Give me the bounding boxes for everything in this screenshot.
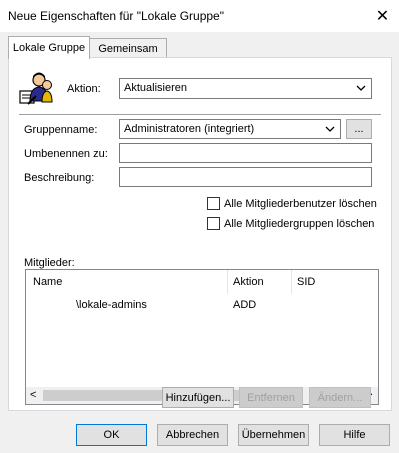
apply-label: Übernehmen: [241, 429, 306, 441]
group-name-label: Gruppenname:: [24, 124, 98, 136]
rename-input[interactable]: [119, 143, 372, 163]
cancel-button[interactable]: Abbrechen: [157, 424, 228, 446]
chevron-down-icon: [325, 126, 335, 132]
column-separator: [227, 270, 228, 294]
table-row[interactable]: \lokale-admins ADD: [26, 296, 378, 314]
group-users-icon: [19, 71, 53, 105]
column-header-sid[interactable]: SID: [297, 270, 367, 294]
description-input[interactable]: [119, 167, 372, 187]
browse-button[interactable]: ...: [346, 119, 372, 139]
window-title: Neue Eigenschaften für "Lokale Gruppe": [8, 9, 224, 23]
tab-label: Gemeinsam: [98, 42, 158, 55]
help-button[interactable]: Hilfe: [319, 424, 390, 446]
apply-button[interactable]: Übernehmen: [238, 424, 309, 446]
add-member-button[interactable]: Hinzufügen...: [162, 387, 234, 408]
help-label: Hilfe: [343, 429, 366, 441]
ok-label: OK: [103, 429, 120, 441]
scroll-left-icon[interactable]: <: [30, 389, 36, 401]
action-value: Aktualisieren: [124, 82, 187, 94]
delete-member-users-label: Alle Mitgliederbenutzer löschen: [224, 198, 377, 210]
change-member-label: Ändern...: [317, 391, 363, 404]
column-sid-label: SID: [297, 276, 316, 288]
remove-member-button[interactable]: Entfernen: [239, 387, 303, 408]
column-header-action[interactable]: Aktion: [233, 270, 288, 294]
remove-member-label: Entfernen: [247, 391, 295, 404]
ok-button[interactable]: OK: [76, 424, 147, 446]
tab-lokale-gruppe[interactable]: Lokale Gruppe: [8, 36, 90, 59]
action-select[interactable]: Aktualisieren: [119, 78, 372, 99]
change-member-button[interactable]: Ändern...: [309, 387, 371, 408]
column-separator: [291, 270, 292, 294]
delete-member-groups-label: Alle Mitgliedergruppen löschen: [224, 218, 375, 230]
member-action: ADD: [233, 299, 257, 311]
tab-label: Lokale Gruppe: [12, 42, 86, 54]
browse-label: ...: [354, 123, 364, 135]
close-button[interactable]: ✕: [366, 0, 399, 32]
column-header-name[interactable]: Name: [33, 270, 228, 294]
cancel-label: Abbrechen: [165, 429, 220, 441]
tab-gemeinsam[interactable]: Gemeinsam: [89, 38, 167, 58]
members-list[interactable]: Name Aktion SID \lokale-admins ADD < >: [25, 269, 379, 405]
delete-member-users-checkbox[interactable]: [207, 197, 220, 210]
delete-member-groups-checkbox[interactable]: [207, 217, 220, 230]
member-name: \lokale-admins: [76, 299, 147, 311]
description-label: Beschreibung:: [24, 172, 95, 184]
rename-label: Umbenennen zu:: [24, 148, 108, 160]
group-name-combo[interactable]: Administratoren (integriert): [119, 119, 341, 139]
divider: [19, 114, 381, 115]
group-name-value: Administratoren (integriert): [124, 123, 255, 135]
column-name-label: Name: [33, 276, 63, 288]
members-label: Mitglieder:: [24, 257, 75, 269]
add-member-label: Hinzufügen...: [165, 391, 231, 404]
action-label: Aktion:: [67, 83, 101, 95]
chevron-down-icon: [356, 85, 366, 91]
close-icon: ✕: [375, 8, 390, 25]
title-bar: Neue Eigenschaften für "Lokale Gruppe" ✕: [0, 0, 399, 32]
column-action-label: Aktion: [233, 276, 264, 288]
